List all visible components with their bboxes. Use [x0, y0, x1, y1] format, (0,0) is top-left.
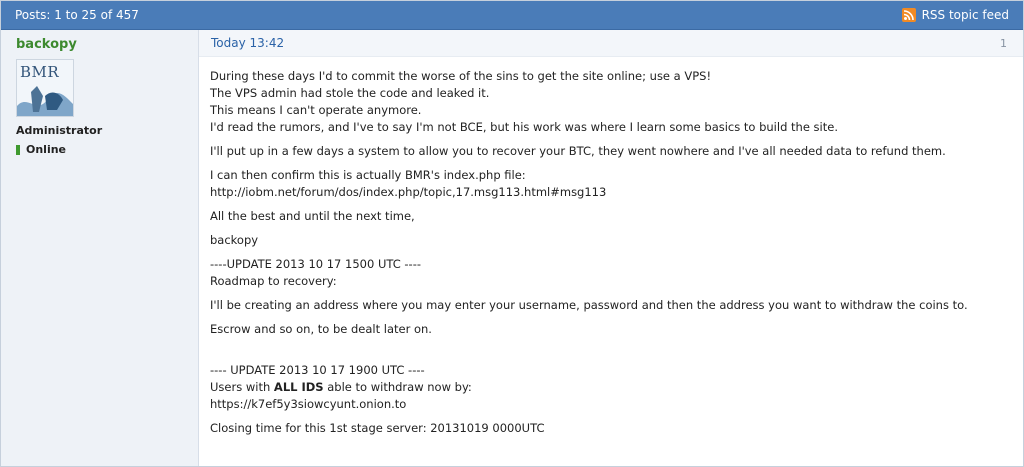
text-line: able to withdraw now by:	[323, 380, 472, 394]
text-line: All the best and until the next time,	[210, 209, 415, 223]
post-date-link[interactable]: Today 13:42	[211, 36, 284, 50]
text-line: I'll put up in a few days a system to al…	[210, 144, 946, 158]
paragraph-1: During these days I'd to commit the wors…	[210, 68, 1013, 136]
text-line: Escrow and so on, to be dealt later on.	[210, 322, 432, 336]
text-line: Users with	[210, 380, 274, 394]
paragraph-6: ----UPDATE 2013 10 17 1500 UTC ---- Road…	[210, 256, 1013, 290]
avatar-wave-graphic	[17, 86, 73, 116]
bold-text: ALL IDS	[273, 380, 324, 394]
paragraph-7: I'll be creating an address where you ma…	[210, 297, 1013, 314]
forum-thread: Posts: 1 to 25 of 457 RSS topic feed bac…	[0, 0, 1024, 467]
text-line: I'd read the rumors, and I've to say I'm…	[210, 120, 838, 134]
text-line: I'll be creating an address where you ma…	[210, 298, 968, 312]
update-heading: ---- UPDATE 2013 10 17 1900 UTC ----	[210, 363, 425, 377]
post-body: During these days I'd to commit the wors…	[199, 57, 1023, 437]
author-role: Administrator	[16, 124, 103, 137]
posts-count: Posts: 1 to 25 of 457	[15, 8, 139, 22]
signature-name: backopy	[210, 233, 259, 247]
rss-icon	[901, 8, 916, 22]
author-status: Online	[16, 143, 198, 156]
post-number[interactable]: 1	[1000, 37, 1007, 50]
thread-header-bar: Posts: 1 to 25 of 457 RSS topic feed	[1, 1, 1023, 30]
post-author-panel: backopy BMR Administrator Online	[1, 30, 199, 466]
avatar-logo-text: BMR	[20, 63, 60, 81]
post-content: Today 13:42 1 During these days I'd to c…	[199, 30, 1023, 466]
post: backopy BMR Administrator Online Today 1…	[1, 30, 1023, 466]
online-indicator-icon	[16, 144, 20, 155]
paragraph-8: Escrow and so on, to be dealt later on.	[210, 321, 1013, 338]
text-line: Roadmap to recovery:	[210, 274, 337, 288]
paragraph-3: I can then confirm this is actually BMR'…	[210, 167, 1013, 201]
text-line: During these days I'd to commit the wors…	[210, 69, 712, 83]
text-line: Closing time for this 1st stage server: …	[210, 421, 545, 435]
author-username[interactable]: backopy	[16, 37, 198, 52]
text-line: The VPS admin had stole the code and lea…	[210, 86, 490, 100]
text-line: This means I can't operate anymore.	[210, 103, 422, 117]
paragraph-10: Closing time for this 1st stage server: …	[210, 420, 1013, 437]
text-line: http://iobm.net/forum/dos/index.php/topi…	[210, 185, 607, 199]
text-line: https://k7ef5y3siowcyunt.onion.to	[210, 397, 407, 411]
post-header: Today 13:42 1	[199, 30, 1023, 57]
rss-label[interactable]: RSS topic feed	[922, 8, 1009, 22]
paragraph-2: I'll put up in a few days a system to al…	[210, 143, 1013, 160]
update-heading: ----UPDATE 2013 10 17 1500 UTC ----	[210, 257, 421, 271]
status-label: Online	[26, 143, 67, 156]
rss-feed-link[interactable]: RSS topic feed	[901, 8, 1009, 22]
text-line: I can then confirm this is actually BMR'…	[210, 168, 526, 182]
paragraph-4: All the best and until the next time,	[210, 208, 1013, 225]
paragraph-9: ---- UPDATE 2013 10 17 1900 UTC ---- Use…	[210, 362, 1013, 413]
paragraph-5: backopy	[210, 232, 1013, 249]
avatar[interactable]: BMR	[16, 59, 74, 117]
